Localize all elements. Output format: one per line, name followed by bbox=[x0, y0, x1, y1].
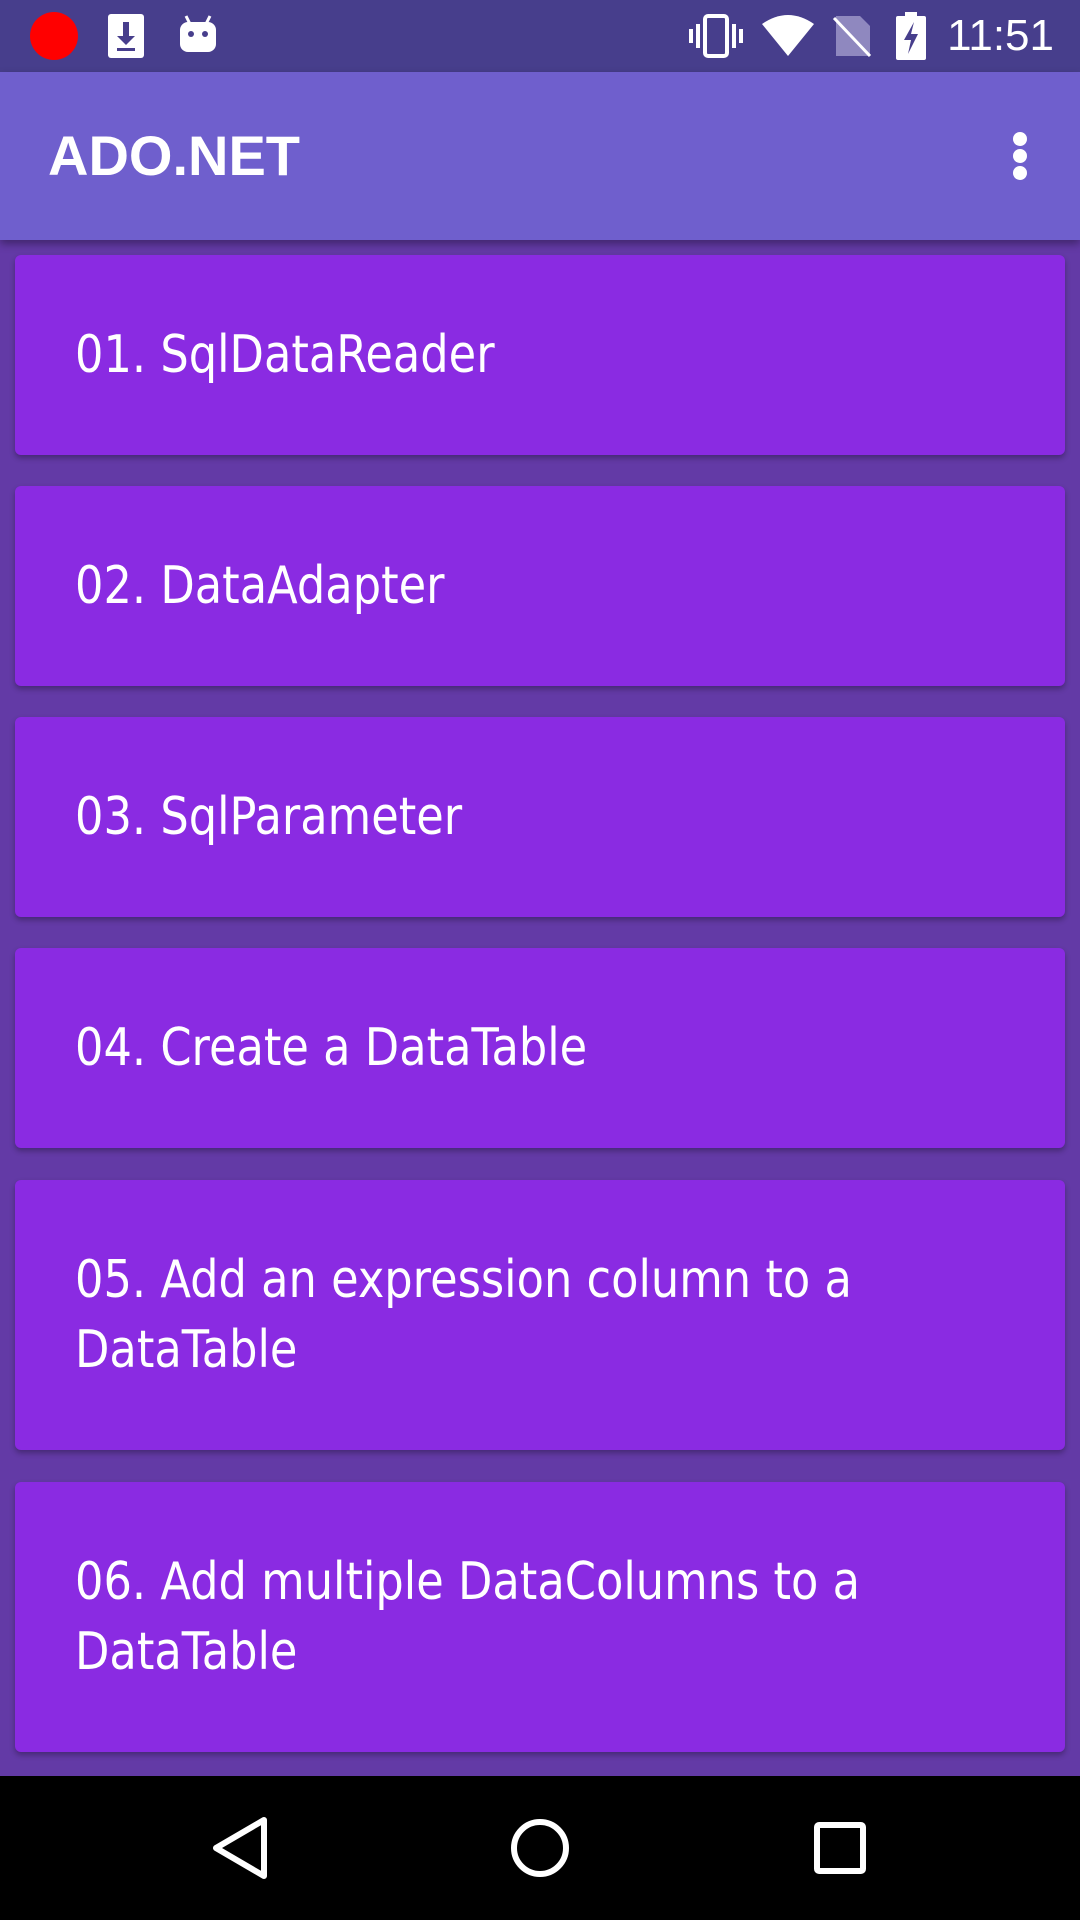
list-item[interactable]: 04. Create a DataTable bbox=[15, 948, 1065, 1148]
no-sim-icon bbox=[832, 16, 872, 58]
list-item[interactable]: 06. Add multiple DataColumns to a DataTa… bbox=[15, 1482, 1065, 1752]
status-bar: 11:51 bbox=[0, 0, 1080, 72]
list-item-label: 04. Create a DataTable bbox=[75, 1018, 588, 1078]
list-item-label: 03. SqlParameter bbox=[75, 787, 463, 847]
list-item[interactable]: 05. Add an expression column to a DataTa… bbox=[15, 1180, 1065, 1450]
page-title: ADO.NET bbox=[48, 124, 300, 187]
download-icon bbox=[108, 14, 144, 58]
list-item[interactable]: 03. SqlParameter bbox=[15, 717, 1065, 917]
wifi-icon bbox=[762, 15, 814, 56]
overflow-menu-icon[interactable] bbox=[976, 112, 1064, 200]
battery-charging-icon bbox=[896, 12, 926, 60]
home-icon[interactable] bbox=[490, 1798, 590, 1898]
list-item-label: 05. Add an expression column to a DataTa… bbox=[75, 1250, 852, 1380]
status-clock: 11:51 bbox=[947, 11, 1054, 60]
back-icon[interactable] bbox=[190, 1798, 290, 1898]
record-icon bbox=[30, 12, 78, 60]
list-item[interactable]: 02. DataAdapter bbox=[15, 486, 1065, 686]
topic-list: 01. SqlDataReader 02. DataAdapter 03. Sq… bbox=[0, 240, 1080, 1776]
list-item[interactable]: 01. SqlDataReader bbox=[15, 255, 1065, 455]
vibrate-icon bbox=[689, 14, 743, 58]
list-item-label: 06. Add multiple DataColumns to a DataTa… bbox=[75, 1552, 861, 1682]
recents-icon[interactable] bbox=[790, 1798, 890, 1898]
list-item-label: 01. SqlDataReader bbox=[75, 325, 495, 385]
navigation-bar bbox=[0, 1776, 1080, 1920]
list-item-label: 02. DataAdapter bbox=[75, 556, 445, 616]
android-icon bbox=[180, 15, 216, 52]
app-bar: ADO.NET bbox=[0, 72, 1080, 240]
